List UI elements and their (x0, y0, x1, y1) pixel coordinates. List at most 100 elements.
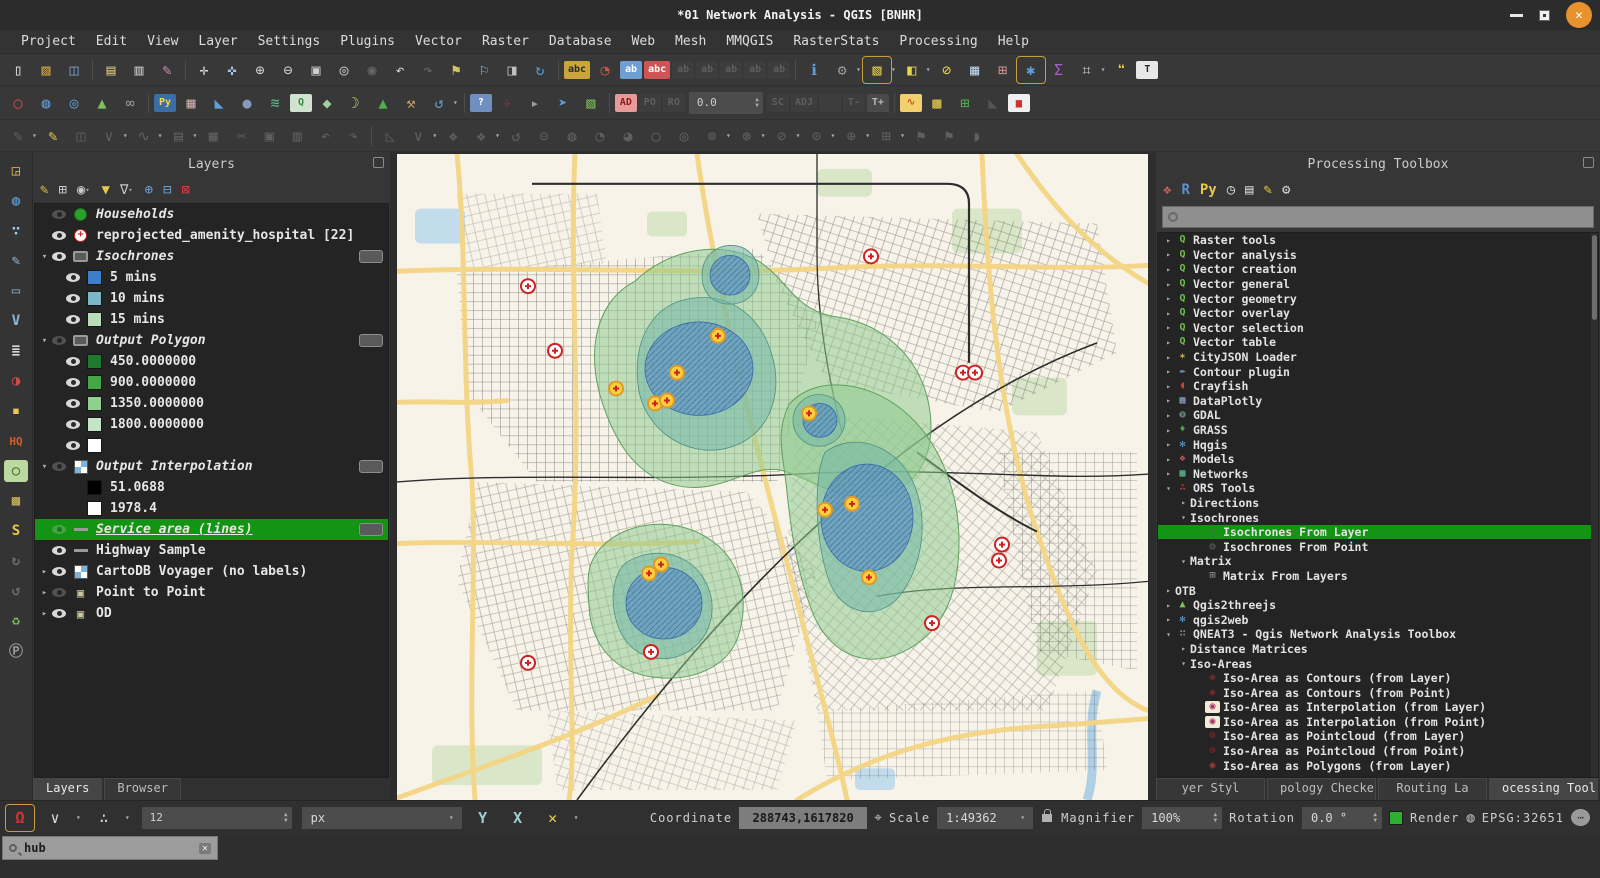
tree-expander-icon[interactable]: ▸ (1162, 440, 1175, 449)
chevron-down-icon[interactable]: ▾ (761, 131, 766, 140)
attribute-grid-icon[interactable]: ▦ (178, 91, 204, 115)
curve-tool-icon[interactable]: ↺ (426, 91, 452, 115)
render-checkbox[interactable] (1388, 810, 1403, 825)
algorithm-row[interactable]: ◉ Iso-Area as Interpolation (from Point) (1158, 715, 1598, 730)
zoom-last-icon[interactable]: ↶ (387, 58, 413, 82)
layer-visibility-eye-icon[interactable] (66, 315, 80, 324)
geocoder-globe-icon[interactable]: ◎ (61, 91, 87, 115)
mouse-position-toggle-icon[interactable]: ⌖ (874, 810, 882, 826)
layer-visibility-eye-icon[interactable] (66, 420, 80, 429)
labeling-blue-button[interactable]: ab (620, 60, 643, 79)
epsg-label[interactable]: EPSG:32651 (1482, 811, 1564, 825)
options-tool-icon[interactable]: ⚙ (1282, 182, 1290, 198)
menu-mmqgis[interactable]: MMQGIS (717, 32, 782, 51)
layer-visibility-eye-icon[interactable] (52, 462, 66, 471)
chevron-down-icon[interactable]: ▾ (192, 131, 197, 140)
spin-arrows-icon[interactable]: ▲ ▼ (1373, 811, 1377, 824)
measure-line-icon[interactable]: ⌗ (1074, 58, 1100, 82)
menu-help[interactable]: Help (989, 32, 1038, 51)
layer-visibility-eye-icon[interactable] (52, 210, 66, 219)
tab-browser[interactable]: Browser (104, 778, 181, 800)
algorithm-row[interactable]: ▸ ▦ DataPlotly (1158, 394, 1598, 409)
tab-ocessing-tool[interactable]: ocessing Tool (1489, 778, 1598, 800)
layer-visibility-eye-icon[interactable] (52, 336, 66, 345)
ad-button-button[interactable]: AD (614, 93, 637, 112)
algorithm-row[interactable]: ▸ Distance Matrices (1158, 642, 1598, 657)
menu-view[interactable]: View (138, 32, 187, 51)
tree-expander-icon[interactable]: ▸ (1162, 236, 1175, 245)
layer-visibility-eye-icon[interactable] (66, 399, 80, 408)
mmqgis-tool-icon[interactable]: ▪ (4, 400, 28, 422)
maximize-icon[interactable] (1539, 9, 1550, 21)
snapping-tolerance-spin[interactable]: 12 ▲ ▼ (141, 806, 292, 829)
layer-row[interactable]: ▾ Output Polygon (35, 330, 388, 351)
filter-by-expression-icon[interactable]: ∇ ▾ (120, 182, 135, 198)
ors-tools-button[interactable]: ∿ (899, 93, 922, 112)
s-plugin-icon[interactable]: S (4, 520, 28, 542)
tree-expander-icon[interactable]: ▸ (1162, 367, 1175, 376)
remove-layer-icon[interactable]: ⊠ (182, 182, 190, 198)
layer-row[interactable]: + reprojected_amenity_hospital [22] (35, 225, 388, 246)
t-plus-button-button[interactable]: T+ (866, 93, 889, 112)
layer-row[interactable]: 900.0000000 (35, 372, 388, 393)
geometry-tool-icon[interactable]: ◆ (314, 91, 340, 115)
layer-indicator-badge[interactable] (359, 523, 383, 536)
tree-expander-icon[interactable]: ▸ (1162, 411, 1175, 420)
build-tool-hammer-icon[interactable]: ⚒ (398, 91, 424, 115)
layer-row[interactable]: 450.0000000 (35, 351, 388, 372)
refresh-map-icon[interactable]: ↻ (527, 58, 553, 82)
add-spatialite-icon[interactable]: ✎ (4, 250, 28, 272)
new-spatial-bookmark-icon[interactable]: ⚑ (443, 58, 469, 82)
algorithm-row[interactable]: ▾ ∷ QNEAT3 - Qgis Network Analysis Toolbox (1158, 627, 1598, 642)
layer-row[interactable]: Highway Sample (35, 540, 388, 561)
results-viewer-tool-icon[interactable]: ▤ (1245, 182, 1253, 198)
snap-on-intersection-icon[interactable]: X (505, 806, 531, 830)
tree-expander-icon[interactable]: ▸ (1162, 601, 1175, 610)
tree-expander-icon[interactable]: ▾ (1177, 659, 1190, 668)
add-postgis-icon[interactable]: ▭ (4, 280, 28, 302)
layer-labeling-button[interactable]: abc (564, 60, 591, 79)
tree-expander-icon[interactable]: ▸ (1162, 294, 1175, 303)
new-print-layout-icon[interactable]: ▤ (98, 58, 124, 82)
data-source-manager-icon[interactable]: ◲ (4, 160, 28, 182)
labeling-red-button[interactable]: abc (644, 60, 671, 79)
identify-features-icon[interactable]: ℹ (801, 58, 827, 82)
scale-select[interactable]: 1:49362 ▾ (937, 806, 1034, 829)
algorithm-row[interactable]: ▸ Q Vector analysis (1158, 248, 1598, 263)
tree-expander-icon[interactable]: ▸ (1162, 338, 1175, 347)
tree-expander-icon[interactable]: ▸ (37, 588, 52, 598)
new-map-view-icon[interactable]: ◨ (499, 58, 525, 82)
chevron-down-icon[interactable]: ▾ (125, 813, 130, 822)
tree-expander-icon[interactable]: ▾ (1177, 513, 1190, 522)
algorithm-row[interactable]: ▸ ♦ GRASS (1158, 423, 1598, 438)
terrain-tool-icon[interactable]: ▲ (370, 91, 396, 115)
menu-processing[interactable]: Processing (890, 32, 986, 51)
tab-pology-checker-pa[interactable]: pology Checker Pa (1267, 778, 1376, 800)
deselect-features-icon[interactable]: ⊘ (934, 58, 960, 82)
processing-search-box[interactable] (1162, 206, 1594, 228)
chevron-down-icon[interactable]: ▾ (158, 131, 163, 140)
add-recycle-icon[interactable]: ♻ (4, 610, 28, 632)
tab-routing-la[interactable]: Routing La (1378, 778, 1487, 800)
algorithm-row[interactable]: ▾ Matrix (1158, 554, 1598, 569)
layer-diagram-icon[interactable]: ◔ (592, 58, 618, 82)
p-plugin-icon[interactable]: Ⓟ (4, 640, 28, 662)
map-tips-icon[interactable]: ❝ (1108, 58, 1134, 82)
layer-visibility-eye-icon[interactable] (52, 252, 66, 261)
layer-visibility-eye-icon[interactable] (52, 525, 66, 534)
algorithm-row[interactable]: ▸ Directions (1158, 496, 1598, 511)
angle-spin[interactable]: 0.0 ▲ ▼ (688, 91, 763, 114)
algorithm-row[interactable]: ◎ Isochrones From Layer (1158, 524, 1598, 540)
algorithm-row[interactable]: ◎ Isochrones From Point (1158, 539, 1598, 554)
menu-rasterstats[interactable]: RasterStats (784, 32, 888, 51)
algorithm-row[interactable]: ▸ ∗ CityJSON Loader (1158, 350, 1598, 365)
layer-row[interactable]: ▾ Isochrones (35, 246, 388, 267)
open-project-icon[interactable]: ▨ (33, 58, 59, 82)
open-attribute-table-icon[interactable]: ▦ (962, 58, 988, 82)
layer-visibility-eye-icon[interactable] (52, 588, 66, 597)
dataplotly-panel-icon[interactable]: ◣ (206, 91, 232, 115)
coordinate-input[interactable] (739, 806, 868, 829)
algorithm-row[interactable]: ▸ ◍ GDAL (1158, 408, 1598, 423)
layer-row[interactable]: 1978.4 (35, 498, 388, 519)
tree-expander-icon[interactable]: ▸ (37, 609, 52, 619)
